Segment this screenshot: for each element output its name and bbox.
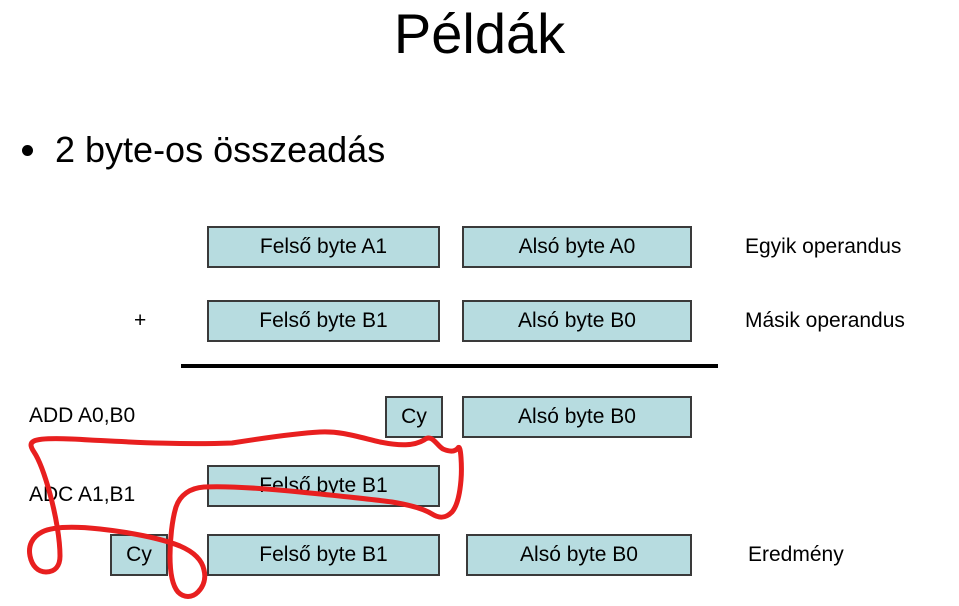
box-label: Felső byte B1 xyxy=(259,543,388,566)
box-felso-byte-a1: Felső byte A1 xyxy=(207,226,440,268)
box-label: Alsó byte B0 xyxy=(518,405,636,428)
box-label: Felső byte B1 xyxy=(259,474,388,497)
label-eredmeny: Eredmény xyxy=(748,543,844,566)
label-egyik-operandus: Egyik operandus xyxy=(745,235,902,258)
box-label: Felső byte A1 xyxy=(259,235,388,258)
label-masik-operandus: Másik operandus xyxy=(745,309,905,332)
box-felso-byte-b1: Felső byte B1 xyxy=(207,300,440,342)
box-also-byte-b0-final: Alsó byte B0 xyxy=(466,534,692,576)
box-carry-flag: Cy xyxy=(385,396,443,438)
bullet-list-item: 2 byte-os összeadás xyxy=(22,128,385,172)
box-also-byte-b0-result: Alsó byte B0 xyxy=(462,396,692,438)
box-carry-flag-final: Cy xyxy=(110,534,168,576)
bullet-dot-icon xyxy=(22,144,33,156)
box-label: Felső byte B1 xyxy=(259,309,388,332)
box-felso-byte-b1-result: Felső byte B1 xyxy=(207,465,440,507)
bullet-item-label: 2 byte-os összeadás xyxy=(55,129,386,170)
box-also-byte-b0: Alsó byte B0 xyxy=(462,300,692,342)
slide-canvas: Példák 2 byte-os összeadás Felső byte A1… xyxy=(0,0,959,606)
plus-operator: + xyxy=(134,309,147,332)
box-label: Alsó byte A0 xyxy=(518,235,636,258)
page-title: Példák xyxy=(393,2,566,65)
box-label: Alsó byte B0 xyxy=(518,309,636,332)
box-also-byte-a0: Alsó byte A0 xyxy=(462,226,692,268)
box-label: Cy xyxy=(401,405,427,428)
sum-divider-line xyxy=(181,364,718,368)
instruction-add: ADD A0,B0 xyxy=(29,404,136,427)
instruction-adc: ADC A1,B1 xyxy=(29,483,136,506)
box-label: Cy xyxy=(126,543,152,566)
box-felso-byte-b1-final: Felső byte B1 xyxy=(207,534,440,576)
box-label: Alsó byte B0 xyxy=(520,543,638,566)
